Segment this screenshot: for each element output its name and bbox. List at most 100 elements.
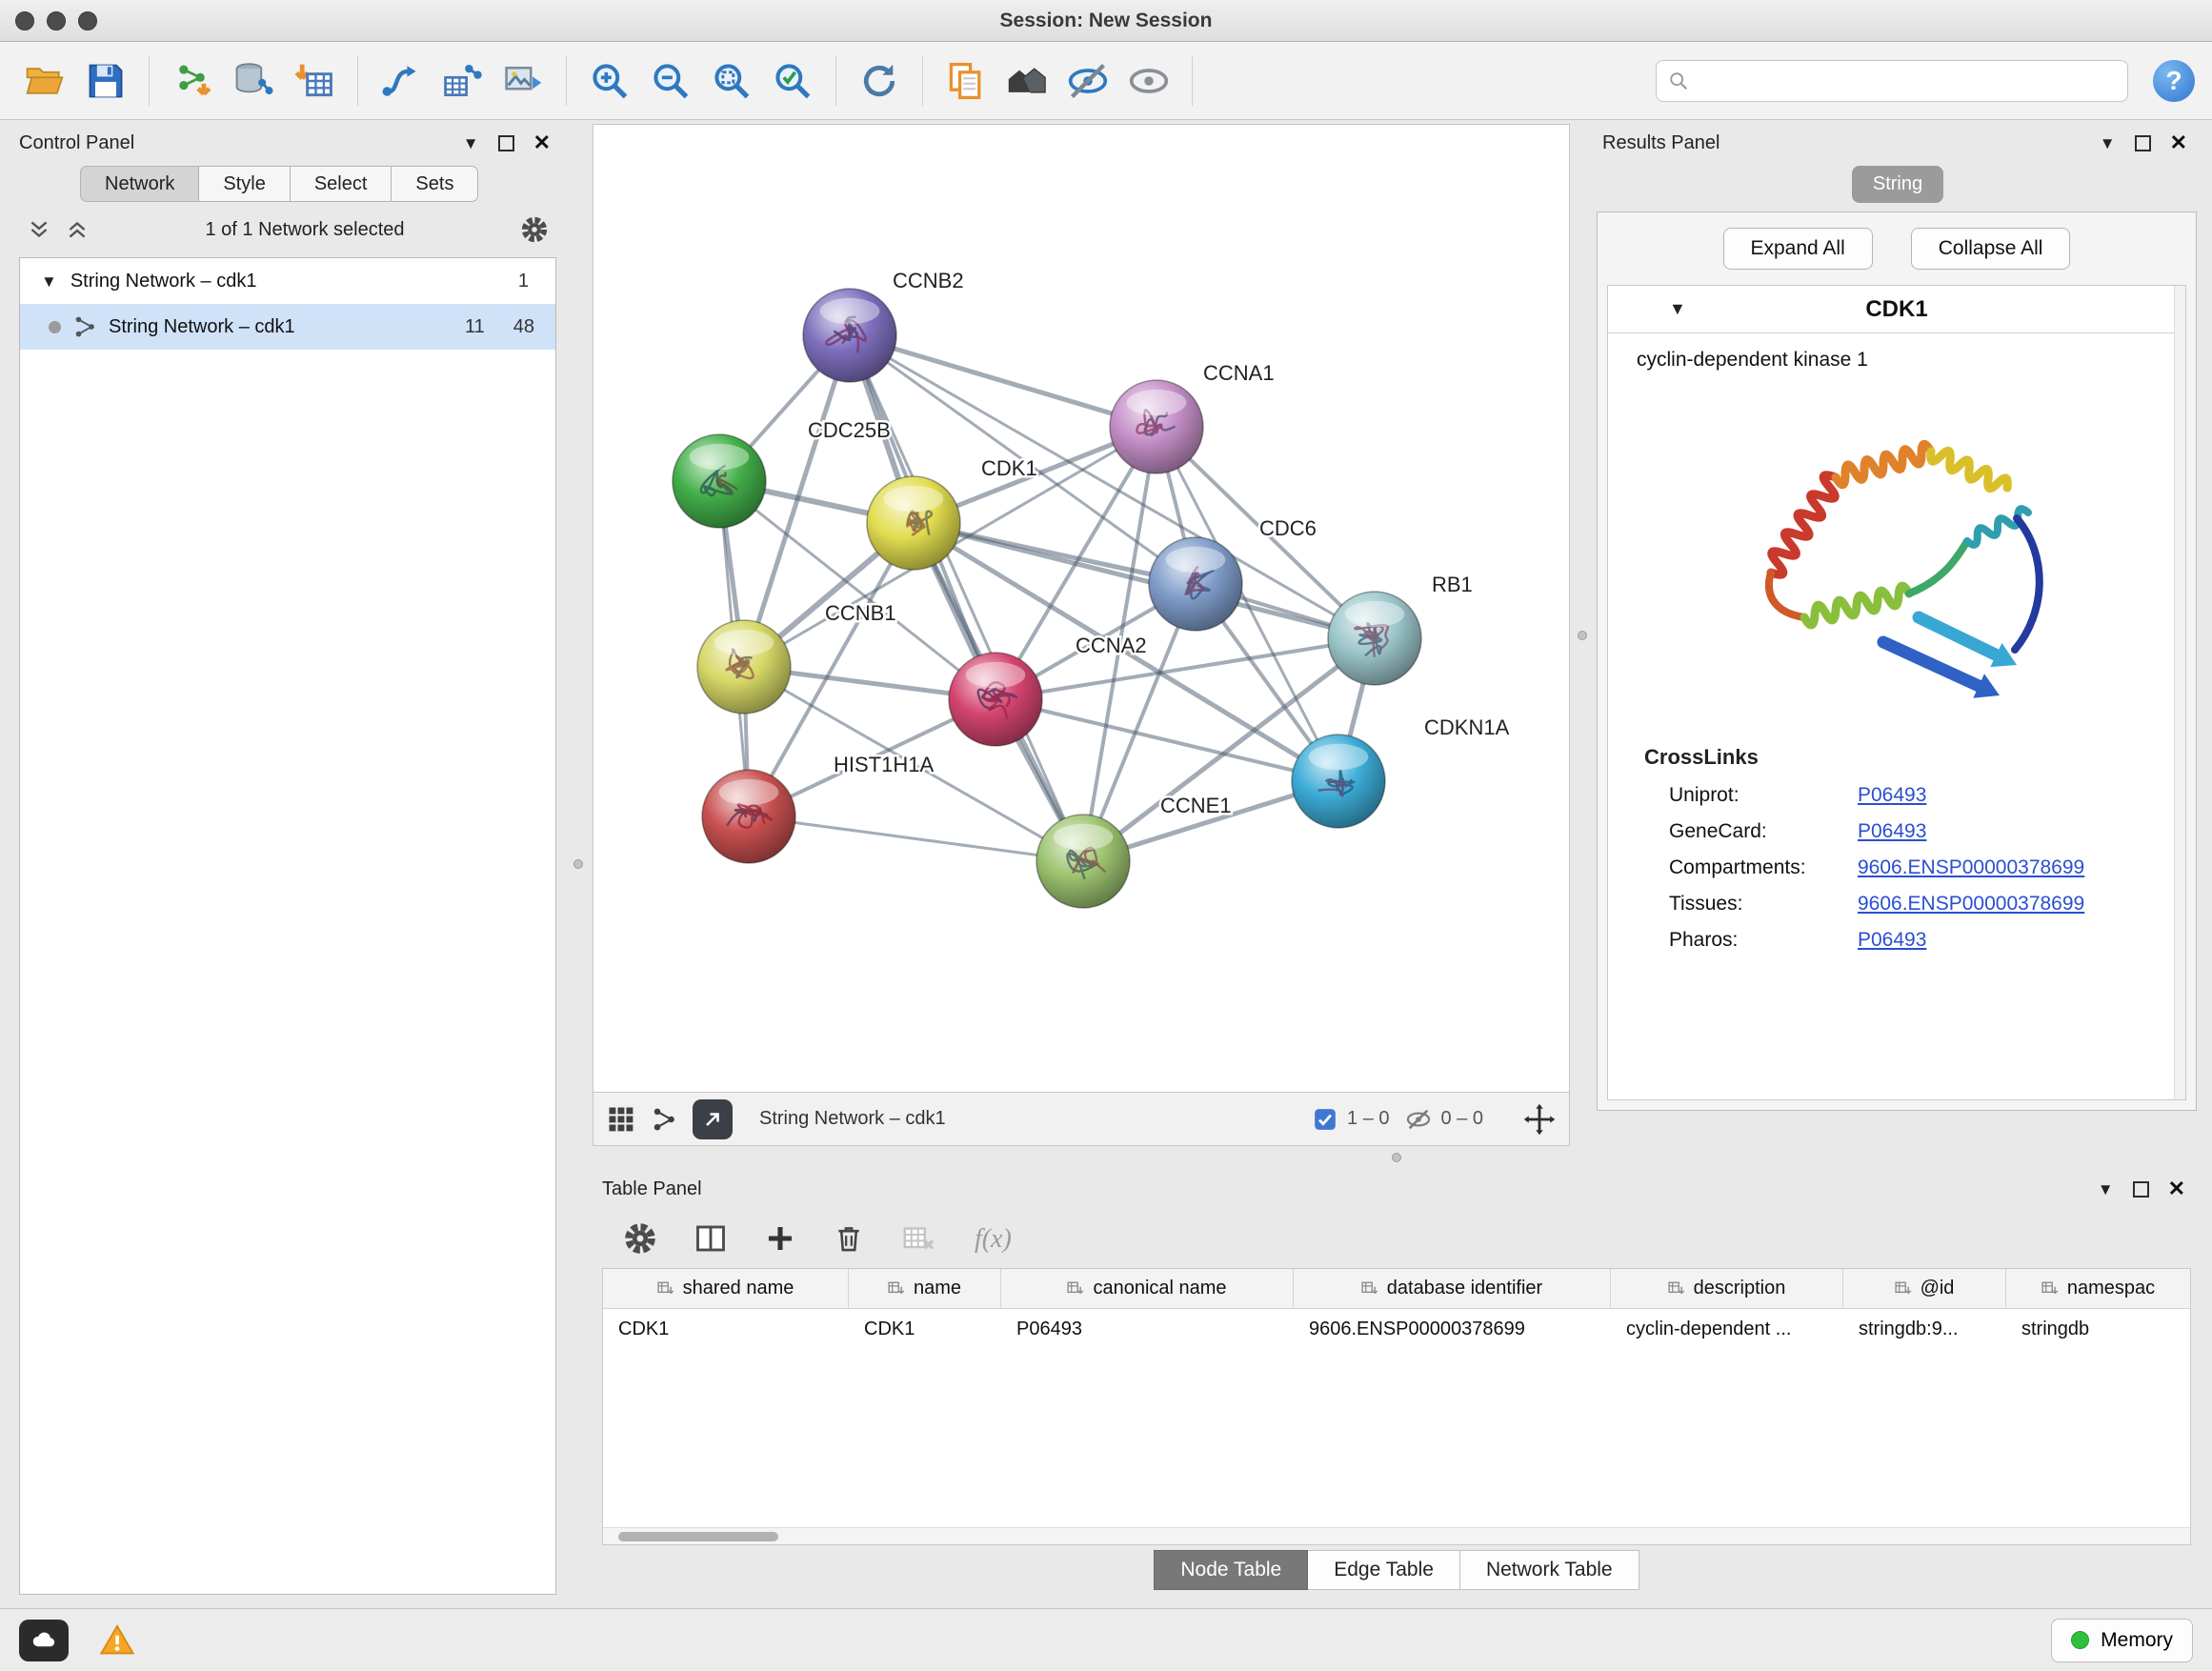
- search-input[interactable]: [1699, 70, 2116, 91]
- column-header-namespac[interactable]: namespac: [2006, 1269, 2190, 1308]
- collapse-all-button[interactable]: Collapse All: [1911, 228, 2071, 270]
- panel-menu-icon[interactable]: ▼: [463, 135, 479, 151]
- crosslink-value-link[interactable]: 9606.ENSP00000378699: [1858, 893, 2084, 916]
- table-cell[interactable]: CDK1: [849, 1309, 1001, 1349]
- column-header-canonical-name[interactable]: canonical name: [1001, 1269, 1294, 1308]
- crosslink-value-link[interactable]: P06493: [1858, 820, 1926, 843]
- expand-all-button[interactable]: Expand All: [1723, 228, 1873, 270]
- show-hidden-eye-button[interactable]: [1121, 53, 1176, 109]
- tab-style[interactable]: Style: [199, 166, 290, 202]
- table-cell[interactable]: stringdb:9...: [1843, 1309, 2006, 1349]
- crosslink-value-link[interactable]: P06493: [1858, 929, 1926, 952]
- close-window-button[interactable]: [15, 11, 34, 30]
- column-header-@id[interactable]: @id: [1843, 1269, 2006, 1308]
- zoom-out-button[interactable]: [643, 53, 698, 109]
- warnings-button[interactable]: [97, 1622, 137, 1659]
- help-button[interactable]: ?: [2153, 60, 2195, 102]
- panel-close-icon[interactable]: ✕: [2170, 132, 2187, 153]
- delete-column-trash-icon[interactable]: [833, 1222, 865, 1255]
- tab-node-table[interactable]: Node Table: [1154, 1550, 1308, 1590]
- crosslink-label: Pharos:: [1669, 929, 1858, 952]
- scrollbar-thumb[interactable]: [618, 1532, 778, 1541]
- selected-checkbox-icon[interactable]: [1313, 1107, 1337, 1132]
- show-all-views-button[interactable]: [999, 53, 1055, 109]
- results-panel-splitter[interactable]: [1570, 124, 1595, 1146]
- column-sort-icon: [1668, 1280, 1685, 1298]
- zoom-in-button[interactable]: [582, 53, 637, 109]
- table-settings-gear-icon[interactable]: [623, 1221, 657, 1256]
- table-cell[interactable]: CDK1: [603, 1309, 849, 1349]
- crosslink-value-link[interactable]: P06493: [1858, 784, 1926, 807]
- svg-text:CDK1: CDK1: [981, 456, 1037, 480]
- table-cell[interactable]: 9606.ENSP00000378699: [1294, 1309, 1611, 1349]
- memory-button[interactable]: Memory: [2051, 1619, 2193, 1662]
- new-network-table-button[interactable]: [434, 53, 490, 109]
- panel-menu-icon[interactable]: ▼: [2100, 135, 2116, 151]
- table-cell[interactable]: P06493: [1001, 1309, 1294, 1349]
- panel-menu-icon[interactable]: ▼: [2098, 1181, 2114, 1198]
- save-session-button[interactable]: [78, 53, 133, 109]
- maximize-window-button[interactable]: [78, 11, 97, 30]
- panel-float-icon[interactable]: [2133, 1181, 2149, 1198]
- birds-eye-view-icon[interactable]: [607, 1105, 635, 1134]
- results-scrollbar[interactable]: [2174, 286, 2185, 1099]
- network-row-selected[interactable]: String Network – cdk1 11 48: [20, 304, 555, 350]
- duplicate-page-button[interactable]: [938, 53, 994, 109]
- current-network-bullet-icon: [49, 321, 61, 333]
- show-columns-icon[interactable]: [694, 1221, 728, 1256]
- tab-edge-table[interactable]: Edge Table: [1308, 1550, 1460, 1590]
- network-collection-row[interactable]: ▼ String Network – cdk1 1: [20, 258, 555, 304]
- network-graph[interactable]: CCNB2CCNA1CDC25BCDK1CDC6RB1CCNB1CCNA2CDK…: [593, 125, 1569, 1092]
- hide-selection-glasses-button[interactable]: [1060, 53, 1116, 109]
- import-table-file-button[interactable]: [287, 53, 342, 109]
- tab-network-table[interactable]: Network Table: [1460, 1550, 1639, 1590]
- network-canvas[interactable]: CCNB2CCNA1CDC25BCDK1CDC6RB1CCNB1CCNA2CDK…: [593, 125, 1569, 1092]
- collapse-all-icon[interactable]: [65, 217, 90, 242]
- control-panel-splitter[interactable]: [564, 120, 593, 1608]
- gear-icon[interactable]: [520, 215, 549, 244]
- gene-section-header[interactable]: ▼ CDK1: [1608, 286, 2185, 333]
- add-column-plus-icon[interactable]: [764, 1222, 796, 1255]
- column-header-shared-name[interactable]: shared name: [603, 1269, 849, 1308]
- share-network-icon[interactable]: [651, 1106, 677, 1133]
- window-title: Session: New Session: [0, 10, 2212, 32]
- right-column: CCNB2CCNA1CDC25BCDK1CDC6RB1CCNB1CCNA2CDK…: [593, 124, 2201, 1608]
- tab-network[interactable]: Network: [80, 166, 199, 202]
- table-cell[interactable]: stringdb: [2006, 1309, 2190, 1349]
- panel-close-icon[interactable]: ✕: [2168, 1178, 2185, 1199]
- table-horizontal-scrollbar[interactable]: [603, 1527, 2190, 1544]
- panel-float-icon[interactable]: [2135, 135, 2151, 151]
- open-session-button[interactable]: [17, 53, 72, 109]
- zoom-fit-button[interactable]: [704, 53, 759, 109]
- cloud-status-button[interactable]: [19, 1620, 69, 1661]
- tab-sets[interactable]: Sets: [392, 166, 478, 202]
- export-image-button[interactable]: [495, 53, 551, 109]
- pan-crosshair-icon[interactable]: [1523, 1103, 1556, 1136]
- table-panel-splitter[interactable]: [593, 1146, 2201, 1169]
- import-network-database-button[interactable]: [226, 53, 281, 109]
- tab-string[interactable]: String: [1852, 166, 1943, 203]
- control-panel-tabs: NetworkStyleSelectSets: [11, 162, 564, 206]
- import-network-file-button[interactable]: [165, 53, 220, 109]
- panel-close-icon[interactable]: ✕: [533, 132, 551, 153]
- section-collapse-icon[interactable]: ▼: [1669, 299, 1686, 319]
- open-in-browser-button[interactable]: [693, 1099, 733, 1139]
- column-header-name[interactable]: name: [849, 1269, 1001, 1308]
- panel-float-icon[interactable]: [498, 135, 514, 151]
- table-cell[interactable]: cyclin-dependent ...: [1611, 1309, 1843, 1349]
- apply-layout-button[interactable]: [852, 53, 907, 109]
- column-header-database-identifier[interactable]: database identifier: [1294, 1269, 1611, 1308]
- crosslink-value-link[interactable]: 9606.ENSP00000378699: [1858, 856, 2084, 879]
- table-row[interactable]: CDK1CDK1P064939606.ENSP00000378699cyclin…: [603, 1309, 2190, 1349]
- svg-text:CCNB1: CCNB1: [825, 601, 896, 625]
- expand-all-icon[interactable]: [27, 217, 51, 242]
- tree-expand-icon[interactable]: ▼: [41, 273, 57, 290]
- svg-text:CDKN1A: CDKN1A: [1424, 715, 1510, 739]
- new-network-button[interactable]: [373, 53, 429, 109]
- network-list-header: 1 of 1 Network selected: [11, 206, 564, 253]
- zoom-selected-button[interactable]: [765, 53, 820, 109]
- minimize-window-button[interactable]: [47, 11, 66, 30]
- column-header-description[interactable]: description: [1611, 1269, 1843, 1308]
- tab-select[interactable]: Select: [291, 166, 392, 202]
- hidden-eye-icon[interactable]: [1405, 1106, 1432, 1133]
